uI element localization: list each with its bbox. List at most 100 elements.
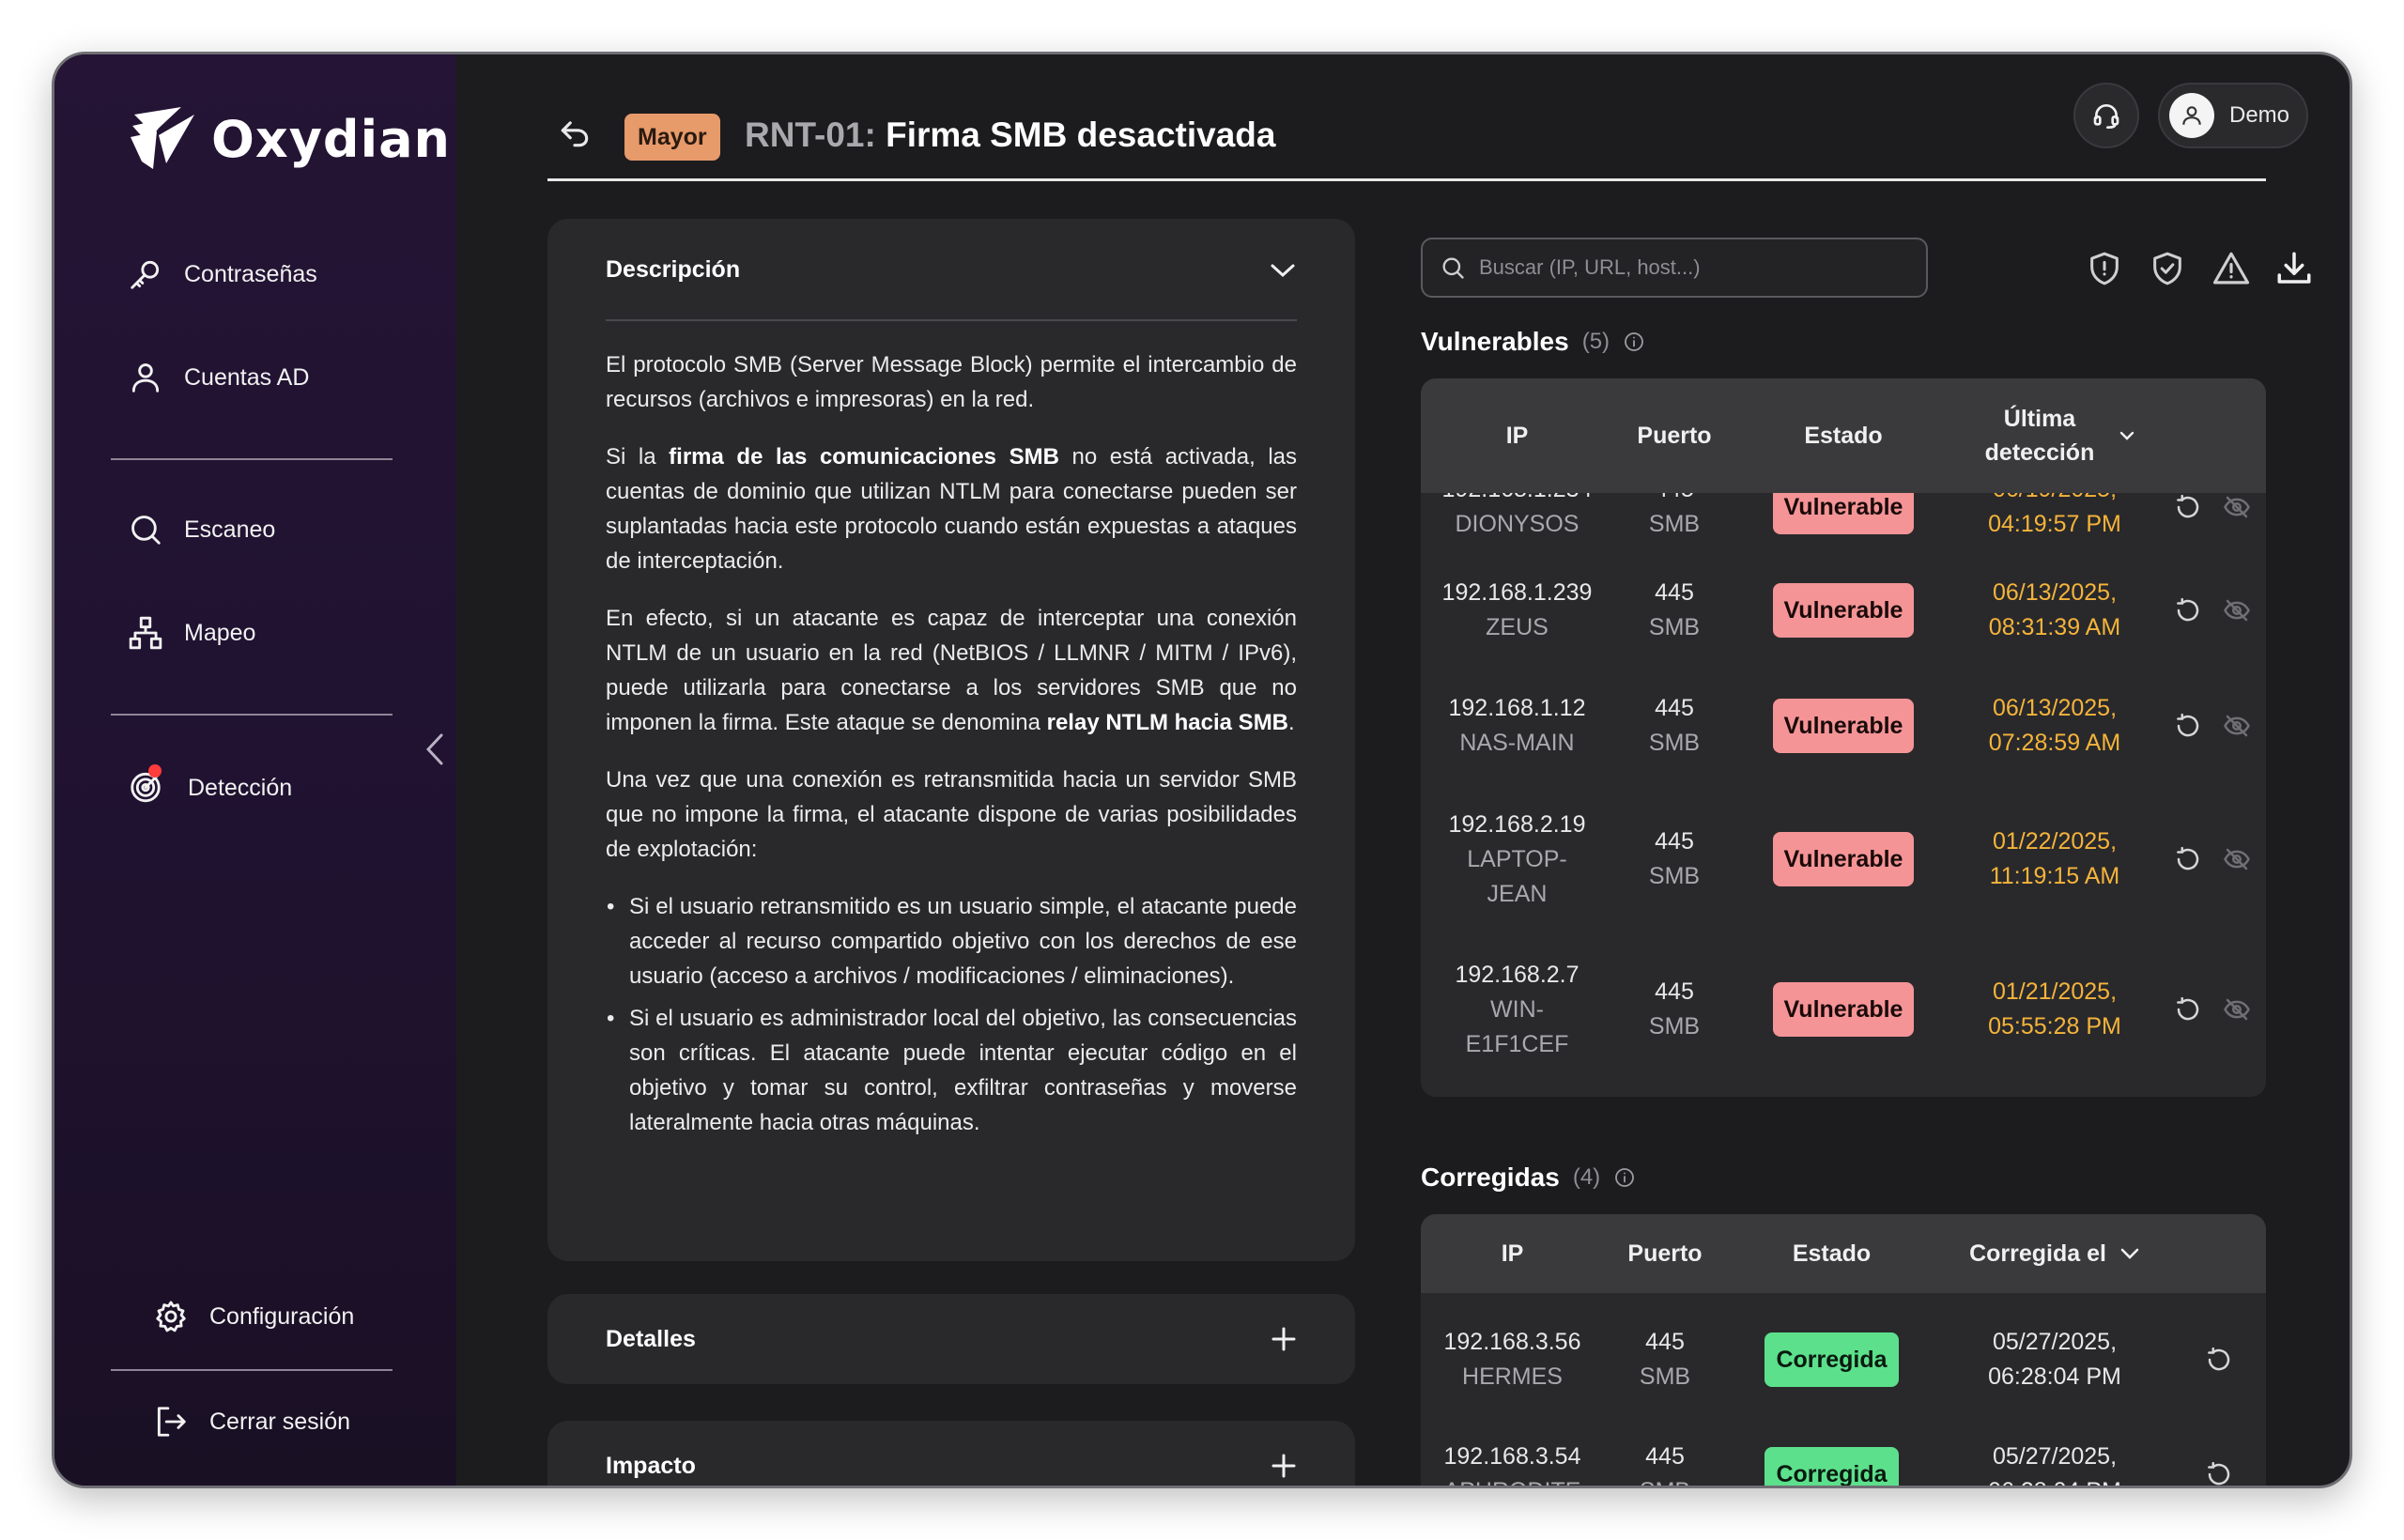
- description-paragraph: Una vez que una conexión es retransmitid…: [606, 767, 1297, 862]
- warning-icon: [2212, 252, 2250, 285]
- row-ip: 192.168.2.7: [1455, 961, 1580, 988]
- corregidas-count: (4): [1572, 1164, 1601, 1190]
- info-icon[interactable]: [1623, 331, 1645, 353]
- description-header[interactable]: Descripción: [606, 256, 1297, 321]
- rescan-icon[interactable]: [2174, 596, 2202, 624]
- avatar: [2169, 93, 2214, 138]
- table-row[interactable]: 192.168.3.54 APHRODITE 445 SMB Corregida 0…: [1421, 1423, 2266, 1488]
- sidebar-item-settings[interactable]: Configuración: [153, 1299, 354, 1334]
- rescan-icon[interactable]: [2205, 1460, 2233, 1488]
- user-menu-button[interactable]: Demo: [2158, 83, 2308, 148]
- section-title: Corregidas: [1421, 1163, 1560, 1192]
- rescan-icon[interactable]: [2174, 712, 2202, 740]
- table-row[interactable]: 192.168.3.56 HERMES 445 SMB Corregida 05/2…: [1421, 1308, 2266, 1411]
- filter-warning-button[interactable]: [2210, 247, 2253, 290]
- search-icon: [1442, 257, 1464, 279]
- column-status: Estado: [1792, 1240, 1872, 1267]
- shield-check-icon: [2153, 252, 2181, 285]
- rescan-icon[interactable]: [2174, 845, 2202, 873]
- column-port: Puerto: [1627, 1240, 1703, 1267]
- row-ip: 192.168.3.54: [1443, 1443, 1581, 1470]
- filter-shield-check-button[interactable]: [2146, 247, 2189, 290]
- row-protocol: SMB: [1648, 730, 1701, 756]
- network-icon: [129, 616, 162, 650]
- sidebar-item-mapping[interactable]: Mapeo: [128, 615, 255, 651]
- hide-eye-off-icon[interactable]: [2223, 995, 2251, 1024]
- hide-eye-off-icon[interactable]: [2223, 845, 2251, 873]
- search-input[interactable]: [1479, 255, 1920, 280]
- collapse-sidebar-button[interactable]: [416, 721, 454, 778]
- details-title: Detalles: [606, 1325, 696, 1352]
- row-date: 01/21/2025,: [1992, 978, 2118, 1005]
- table-header: IP Puerto Estado Última detección: [1421, 378, 2266, 493]
- status-badge: Vulnerable: [1772, 832, 1915, 886]
- settings-label: Configuración: [209, 1302, 355, 1330]
- section-title: Vulnerables: [1421, 327, 1569, 356]
- vulnerables-heading: Vulnerables (5): [1421, 327, 1645, 357]
- row-ip: 192.168.1.234: [1442, 493, 1593, 507]
- gear-icon: [156, 1301, 186, 1332]
- table-row[interactable]: 192.168.1.12 NAS-MAIN 445 SMB Vulnerable 0…: [1421, 674, 2266, 778]
- details-panel[interactable]: Detalles: [547, 1294, 1355, 1384]
- row-host: NAS-MAIN: [1459, 730, 1575, 756]
- table-row[interactable]: 192.168.2.7 WIN- E1F1CEF 445 SMB Vulnerable…: [1421, 939, 2266, 1080]
- info-icon[interactable]: [1613, 1166, 1636, 1189]
- notification-dot: [148, 764, 162, 778]
- sidebar-item-scan[interactable]: Escaneo: [128, 512, 275, 547]
- vulnerables-body[interactable]: 192.168.1.234DIONYSOS 445SMB Vulnerable …: [1421, 493, 2266, 1097]
- search-icon: [131, 516, 161, 545]
- row-protocol: SMB: [1648, 863, 1701, 889]
- logout-label: Cerrar sesión: [209, 1408, 351, 1435]
- description-paragraph: El protocolo SMB (Server Message Block) …: [606, 352, 1297, 412]
- row-port: 445: [1655, 978, 1694, 1005]
- support-button[interactable]: [2073, 83, 2139, 148]
- hide-eye-off-icon[interactable]: [2223, 712, 2251, 740]
- corregidas-table: IP Puerto Estado Corregida el 192.168.3.…: [1421, 1214, 2266, 1488]
- impact-panel[interactable]: Impacto: [547, 1421, 1355, 1486]
- row-host: WIN-: [1490, 995, 1544, 1023]
- sort-chevron-down-icon: [2119, 431, 2134, 440]
- row-protocol: SMB: [1639, 1363, 1691, 1390]
- sort-chevron-down-icon: [2120, 1248, 2139, 1259]
- column-fixed-on[interactable]: Corregida el: [1937, 1214, 2172, 1293]
- back-button[interactable]: [557, 116, 593, 156]
- table-header: IP Puerto Estado Corregida el: [1421, 1214, 2266, 1293]
- corregidas-heading: Corregidas (4): [1421, 1163, 1636, 1193]
- logout-button[interactable]: Cerrar sesión: [153, 1404, 350, 1440]
- row-ip: 192.168.1.239: [1441, 579, 1593, 606]
- vulnerability-title: Firma SMB desactivada: [886, 116, 1276, 154]
- status-badge: Vulnerable: [1772, 583, 1915, 638]
- list-item: Si el usuario retransmitido es un usuari…: [607, 889, 1297, 993]
- sidebar-item-label: Mapeo: [184, 619, 256, 646]
- filter-shield-alert-button[interactable]: [2083, 247, 2126, 290]
- row-host: E1F1CEF: [1465, 1030, 1569, 1057]
- row-date: 05/27/2025,: [1992, 1329, 2118, 1355]
- brand-logo[interactable]: Oxydian: [125, 101, 451, 177]
- download-button[interactable]: [2273, 247, 2316, 290]
- table-row[interactable]: 192.168.1.234DIONYSOS 445SMB Vulnerable …: [1421, 493, 2266, 549]
- back-arrow-icon: [561, 121, 589, 147]
- exploitation-list: Si el usuario retransmitido es un usuari…: [606, 889, 1297, 1140]
- download-icon: [2277, 252, 2311, 284]
- table-row[interactable]: 192.168.2.19 LAPTOP- JEAN 445 SMB Vulnerabl…: [1421, 789, 2266, 930]
- hide-eye-off-icon[interactable]: [2223, 493, 2251, 521]
- row-port: 445: [1655, 579, 1694, 606]
- sidebar-divider: [111, 1369, 393, 1371]
- hide-eye-off-icon[interactable]: [2223, 596, 2251, 624]
- column-last-detection[interactable]: Última detección: [1951, 378, 2158, 493]
- rescan-icon[interactable]: [2174, 493, 2202, 521]
- rescan-icon[interactable]: [2174, 995, 2202, 1024]
- row-protocol: SMB: [1648, 511, 1701, 537]
- status-badge: Vulnerable: [1772, 699, 1915, 753]
- row-date: 01/22/2025,: [1992, 828, 2118, 855]
- row-time: 08:31:39 AM: [1988, 614, 2121, 640]
- row-time: 06:28:04 PM: [1988, 1474, 2121, 1486]
- sidebar-item-label: Escaneo: [184, 516, 276, 543]
- brand-name: Oxydian: [211, 109, 451, 169]
- sidebar-item-passwords[interactable]: Contraseñas: [128, 256, 317, 292]
- vulnerables-count: (5): [1581, 329, 1610, 354]
- table-row[interactable]: 192.168.1.239 ZEUS 445 SMB Vulnerable 06/1…: [1421, 559, 2266, 662]
- sidebar-item-detection[interactable]: Detección: [128, 764, 292, 808]
- rescan-icon[interactable]: [2205, 1346, 2233, 1374]
- sidebar-item-ad-accounts[interactable]: Cuentas AD: [128, 360, 309, 395]
